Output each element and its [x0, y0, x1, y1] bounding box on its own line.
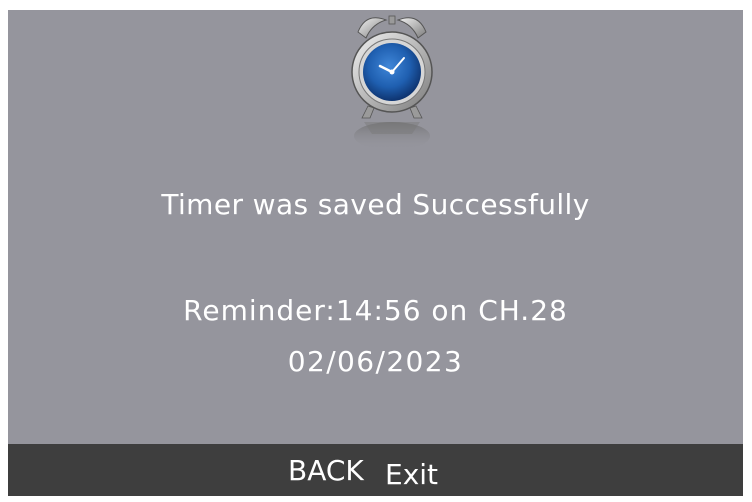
alarm-clock-icon	[342, 10, 442, 150]
reminder-date: 02/06/2023	[287, 345, 464, 378]
reminder-details: Reminder:14:56 on CH.28	[183, 294, 568, 327]
back-button[interactable]: BACK	[288, 455, 364, 487]
timer-saved-dialog: Timer was saved Successfully Reminder:14…	[8, 10, 743, 444]
tv-screen: Timer was saved Successfully Reminder:14…	[8, 10, 743, 496]
success-message: Timer was saved Successfully	[161, 188, 590, 221]
button-bar: BACK Exit	[8, 444, 743, 496]
exit-button[interactable]: Exit	[385, 459, 438, 491]
